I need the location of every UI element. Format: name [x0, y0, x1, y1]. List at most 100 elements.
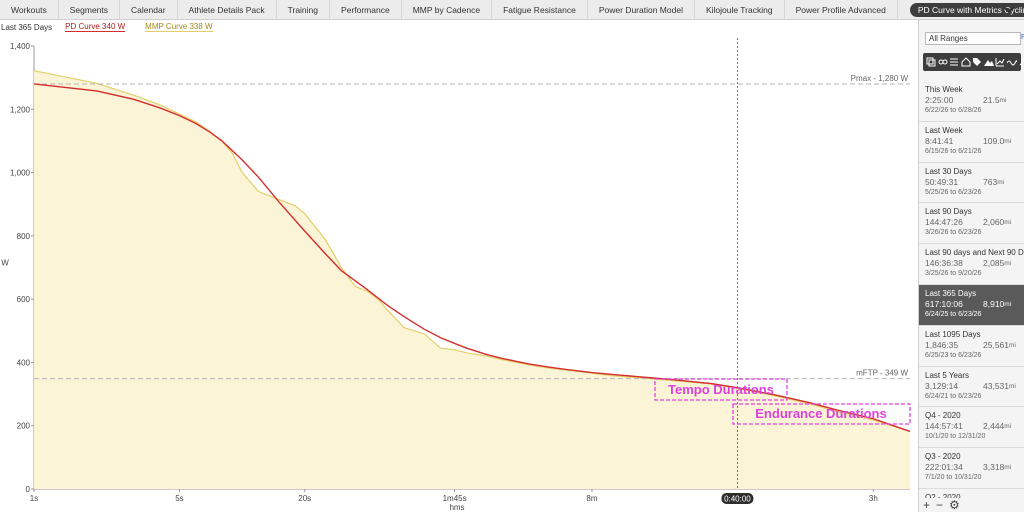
range-item[interactable]: Last 30 Days 50:49:31 763 mi 5/25/26 to 6/23…: [919, 163, 1024, 204]
range-list: This Week 2:25:00 21.5 mi 6/22/26 to 6/28/26…: [919, 81, 1024, 512]
add-range-button[interactable]: +: [923, 499, 930, 511]
legend-pd-curve[interactable]: PD Curve 340 W: [65, 21, 126, 33]
range-name: Last Week: [925, 125, 963, 135]
legend-mmp-curve[interactable]: MMP Curve 338 W: [145, 21, 213, 33]
nav-tab-fatigue-resistance[interactable]: Fatigue Resistance: [492, 0, 588, 20]
home-icon[interactable]: [961, 57, 971, 67]
nav-tab-athlete-details-pack[interactable]: Athlete Details Pack: [178, 0, 277, 20]
y-axis-label: W: [1, 259, 9, 268]
link-icon[interactable]: [938, 57, 948, 67]
nav-tab-segments[interactable]: Segments: [59, 0, 121, 20]
nav-tab-kilojoule-tracking[interactable]: Kilojoule Tracking: [695, 0, 785, 20]
reference-line-label: mFTP - 349 W: [856, 369, 908, 378]
range-values: 2:25:00 21.5 mi: [925, 95, 1024, 106]
range-item[interactable]: Q3 - 2020 222:01:34 3,318 mi 7/1/20 to 10/31…: [919, 448, 1024, 489]
range-distance: 25,561: [983, 339, 1009, 350]
range-toolbar: [923, 53, 1024, 71]
nav-tab-performance[interactable]: Performance: [330, 0, 402, 20]
range-distance-unit: mi: [1009, 341, 1016, 349]
x-axis-label: hms: [449, 503, 464, 512]
range-item[interactable]: Last 90 days and Next 90 Da 146:36:38 2,08…: [919, 244, 1024, 285]
range-values: 222:01:34 3,318 mi: [925, 462, 1024, 473]
range-distance-unit: mi: [997, 178, 1005, 186]
y-tick-label: 0: [26, 485, 31, 494]
nav-tab-power-duration-model[interactable]: Power Duration Model: [588, 0, 695, 20]
range-distance-unit: mi: [999, 97, 1007, 104]
nav-tab-calendar[interactable]: Calendar: [120, 0, 178, 20]
range-dates: 7/1/20 to 10/31/20: [925, 474, 982, 482]
nav-tab-power-profile-advanced[interactable]: Power Profile Advanced: [785, 0, 898, 20]
range-item[interactable]: Q4 - 2020 144:57:41 2,444 mi 10/1/20 to 12/3…: [919, 407, 1024, 449]
range-distance: 2,085: [983, 258, 1005, 269]
top-nav: Workouts Segments Calendar Athlete Details …: [0, 0, 1024, 20]
chevron-down-icon[interactable]: [1002, 3, 1016, 17]
range-distance: 3,318: [983, 462, 1005, 473]
x-tick-label: 5s: [175, 494, 183, 503]
wave-icon[interactable]: [1006, 57, 1017, 67]
range-time: 222:01:34: [925, 462, 963, 473]
range-values: 1,846:35 25,561 mi: [925, 340, 1024, 351]
y-tick-label: 200: [17, 422, 31, 431]
range-distance: 43,531: [983, 380, 1009, 391]
range-item[interactable]: Last 1095 Days 1,846:35 25,561 mi 6/25/23 to…: [919, 326, 1024, 367]
range-name: Last 5 Years: [925, 370, 970, 380]
x-tick-label: 20s: [298, 494, 311, 503]
range-item[interactable]: This Week 2:25:00 21.5 mi 6/22/26 to 6/28/26: [919, 81, 1024, 122]
legend-mmp-curve-label: MMP Curve 338 W: [145, 21, 213, 31]
chart-legend: Last 365 Days PD Curve 340 W MMP Curve 3…: [0, 20, 233, 34]
mountain-icon[interactable]: [983, 57, 994, 67]
chart-icon[interactable]: [995, 57, 1005, 67]
range-distance-unit: mi: [1004, 137, 1012, 145]
range-name: Q3 - 2020: [925, 452, 961, 462]
range-values: 146:36:38 2,085 mi: [925, 258, 1024, 269]
copy-icon[interactable]: [926, 57, 936, 67]
range-item[interactable]: Last 365 Days 617:10:06 8,910 mi 6/24/25 to …: [919, 284, 1024, 326]
y-tick-label: 400: [17, 358, 31, 367]
y-tick-label: 600: [17, 295, 31, 304]
tempo-durations-label: Tempo Durations: [668, 382, 774, 397]
range-dates: 3/25/26 to 9/20/26: [925, 270, 982, 278]
nav-tab-training[interactable]: Training: [277, 0, 331, 20]
range-item[interactable]: Last Week 8:41:41 109.0 mi 6/15/26 to 6/21/2…: [919, 122, 1024, 163]
legend-range-label: Last 365 Days: [1, 22, 53, 32]
expand-icon[interactable]: [1018, 57, 1024, 67]
range-dates: 6/24/25 to 6/23/26: [925, 310, 982, 318]
y-tick-label: 800: [17, 232, 31, 241]
range-distance: 109.0: [983, 135, 1005, 146]
range-dates: 6/22/26 to 6/28/26: [925, 107, 982, 114]
range-filter-select[interactable]: All Ranges: [925, 32, 1021, 45]
nav-tab-workouts[interactable]: Workouts: [0, 0, 59, 20]
tag-icon[interactable]: [972, 57, 982, 67]
legend-pd-curve-label: PD Curve 340 W: [65, 21, 126, 31]
y-tick-label: 1,400: [10, 42, 31, 51]
power-duration-chart[interactable]: 0 200 400 600 800 1,000 1,200 1,400 1s 5s 20s 1m45s…: [0, 34, 918, 512]
legend-mmp-curve-swatch: [145, 30, 213, 33]
x-tick-label: 8m: [586, 494, 597, 503]
range-time: 3,129:14: [925, 380, 959, 391]
range-distance-unit: mi: [1009, 382, 1016, 390]
remove-range-button[interactable]: −: [936, 499, 943, 511]
range-distance: 2,444: [983, 421, 1005, 432]
range-dates: 6/25/23 to 6/23/26: [925, 351, 982, 359]
legend-pd-curve-swatch: [65, 30, 126, 33]
range-values: 3,129:14 43,531 mi: [925, 381, 1024, 392]
range-item[interactable]: Last 90 Days 144:47:26 2,060 mi 3/26/26 to 6…: [919, 203, 1024, 245]
range-time: 144:57:41: [925, 421, 963, 432]
range-dates: 5/25/26 to 6/23/26: [925, 188, 982, 196]
range-item[interactable]: Last 5 Years 3,129:14 43,531 mi 6/24/21 to 6…: [919, 367, 1024, 408]
range-dates: 6/24/21 to 6/23/26: [925, 392, 982, 400]
range-distance: 763: [983, 176, 998, 187]
range-values: 144:57:41 2,444 mi: [925, 421, 1024, 432]
range-time: 144:47:26: [925, 217, 963, 228]
x-tick-label: 1s: [30, 494, 38, 503]
range-dates: 3/26/26 to 6/23/26: [925, 229, 982, 237]
list-icon[interactable]: [949, 57, 959, 67]
nav-tab-mmp-by-cadence[interactable]: MMP by Cadence: [402, 0, 493, 20]
sidebar-footer: + − ⚙: [919, 498, 1024, 512]
range-time: 617:10:06: [925, 298, 963, 309]
cursor-label: 0:40:00: [724, 495, 751, 504]
range-dates: 10/1/20 to 12/31/20: [925, 433, 986, 441]
range-distance: 2,060: [983, 217, 1005, 228]
settings-icon[interactable]: ⚙: [949, 499, 960, 511]
range-name: Last 90 Days: [925, 207, 972, 217]
